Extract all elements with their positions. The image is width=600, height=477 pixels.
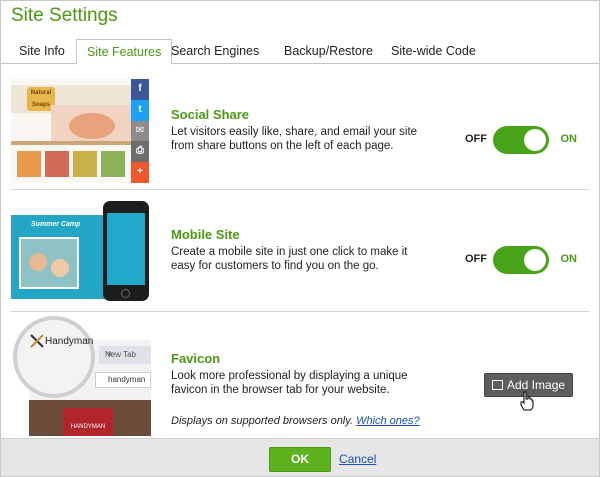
dialog-footer: OK Cancel	[1, 438, 599, 476]
thumb-tab-text: Handyman	[45, 336, 94, 347]
social-share-toggle[interactable]: OFF ON	[465, 126, 577, 154]
favicon-thumbnail: New Tab × handyman HANDYMAN Handyman	[11, 314, 151, 436]
toggle-off-label: OFF	[465, 253, 487, 265]
tab-search-engines[interactable]: Search Engines	[161, 39, 269, 64]
magnifier-icon: Handyman	[13, 316, 95, 398]
dialog-title: Site Settings	[11, 5, 118, 26]
thumb-url: handyman	[95, 372, 151, 388]
mobile-site-thumbnail: Summer Camp	[11, 201, 151, 303]
phone-icon	[103, 201, 149, 301]
social-share-title: Social Share	[171, 107, 250, 122]
toggle-track[interactable]	[493, 126, 549, 154]
plus-icon: +	[131, 162, 149, 183]
mobile-site-title: Mobile Site	[171, 227, 240, 242]
favicon-description: Look more professional by displaying a u…	[171, 370, 408, 396]
toggle-off-label: OFF	[465, 133, 487, 145]
twitter-icon: t	[131, 99, 149, 121]
favicon-title: Favicon	[171, 351, 221, 366]
social-share-thumbnail: Natural Soaps f t ✉ ⎙ +	[11, 79, 149, 183]
tools-icon	[30, 334, 44, 348]
tab-site-info[interactable]: Site Info	[9, 39, 75, 64]
facebook-icon: f	[131, 79, 149, 100]
share-button-bar: f t ✉ ⎙ +	[131, 79, 149, 183]
tab-site-wide-code[interactable]: Site-wide Code	[381, 39, 486, 64]
image-icon	[492, 380, 503, 390]
hand-cursor-icon	[520, 391, 534, 411]
mobile-site-description: Create a mobile site in just one click t…	[171, 246, 408, 272]
ok-button[interactable]: OK	[269, 447, 331, 472]
browser-support-note: Displays on supported browsers only. Whi…	[171, 415, 420, 427]
tab-backup-restore[interactable]: Backup/Restore	[274, 39, 383, 64]
add-image-label: Add Image	[507, 378, 566, 392]
feature-mobile-site: Summer Camp Mobile Site Create a mobile …	[11, 191, 589, 312]
email-icon: ✉	[131, 120, 149, 142]
thumb-sign: HANDYMAN	[63, 408, 113, 436]
feature-social-share: Natural Soaps f t ✉ ⎙ + Social Share Let…	[11, 71, 589, 190]
thumb-header: Summer Camp	[31, 221, 81, 228]
tab-site-features[interactable]: Site Features	[76, 39, 173, 65]
toggle-on-label: ON	[560, 133, 578, 145]
social-share-description: Let visitors easily like, share, and ema…	[171, 126, 418, 152]
note-text: Displays on supported browsers only.	[171, 415, 353, 427]
toggle-track[interactable]	[493, 246, 549, 274]
cancel-link[interactable]: Cancel	[339, 452, 376, 466]
toggle-knob[interactable]	[524, 129, 546, 151]
toggle-knob[interactable]	[524, 249, 546, 271]
print-icon: ⎙	[131, 141, 149, 163]
mobile-site-toggle[interactable]: OFF ON	[465, 246, 577, 274]
tab-bar: Site Info Site Features Search Engines B…	[1, 39, 599, 65]
which-ones-link[interactable]: Which ones?	[356, 415, 420, 427]
close-icon: ×	[107, 349, 113, 359]
site-settings-dialog: Site Settings Site Info Site Features Se…	[0, 0, 600, 477]
toggle-on-label: ON	[560, 253, 578, 265]
